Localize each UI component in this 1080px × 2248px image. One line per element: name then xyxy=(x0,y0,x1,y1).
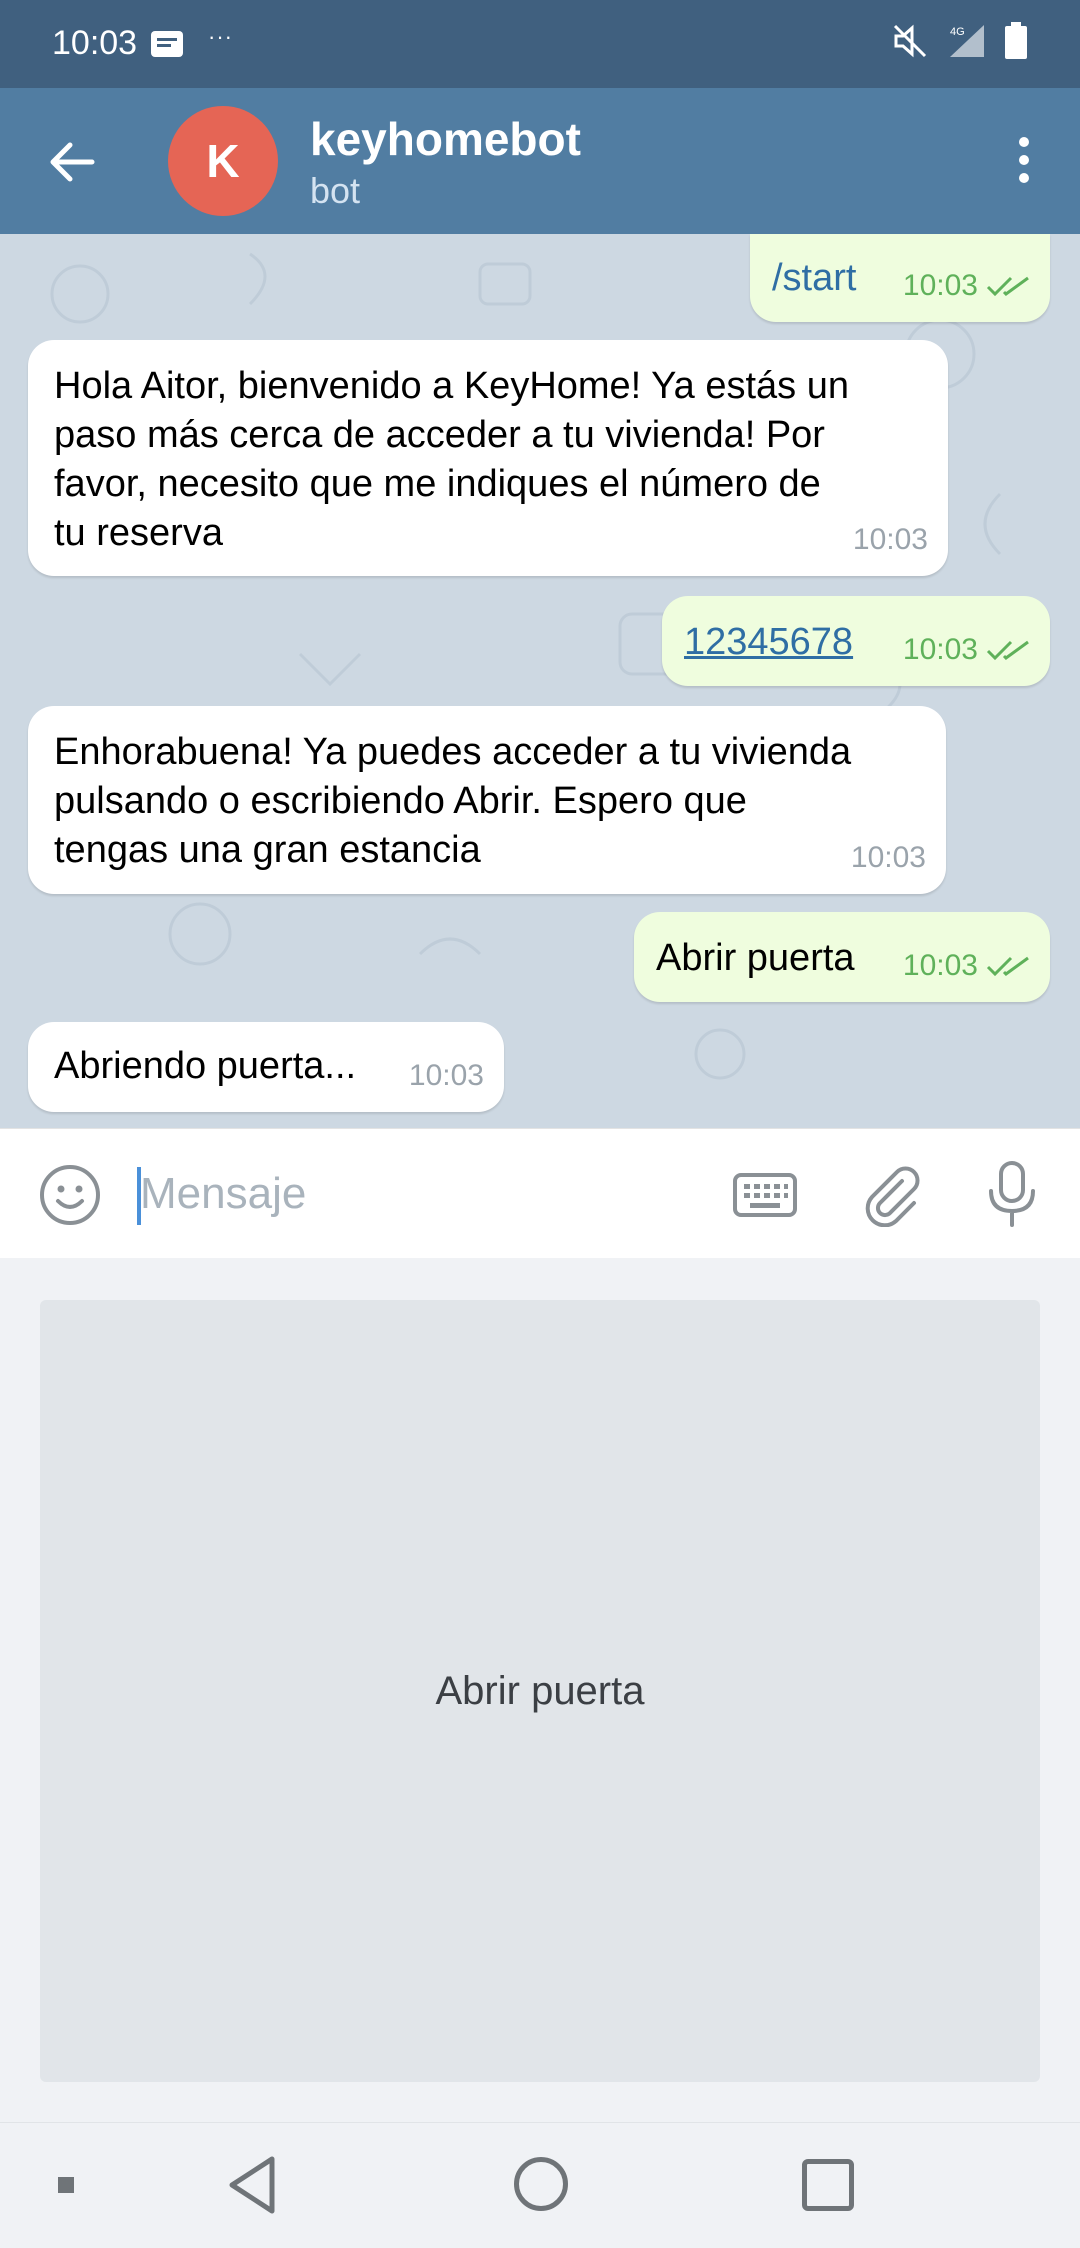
message-time: 10:03 xyxy=(902,949,978,982)
battery-icon xyxy=(1005,22,1027,59)
message-time: 10:03 xyxy=(408,1059,484,1092)
message-text: Abriendo puerta... xyxy=(54,1045,357,1087)
message-incoming[interactable]: Enhorabuena! Ya puedes acceder a tu vivi… xyxy=(28,706,946,894)
message-incoming[interactable]: Abriendo puerta... 10:03 xyxy=(28,1022,504,1112)
message-composer xyxy=(0,1128,1080,1258)
chat-header: K keyhomebot bot xyxy=(0,88,1080,234)
command-text[interactable]: /start xyxy=(772,254,856,303)
double-check-icon xyxy=(986,276,1029,296)
nav-recents-icon[interactable] xyxy=(802,2159,854,2211)
message-time: 10:03 xyxy=(902,633,978,666)
double-check-icon xyxy=(986,640,1029,660)
avatar[interactable]: K xyxy=(168,106,278,216)
message-text: Enhorabuena! Ya puedes acceder a tu vivi… xyxy=(54,731,852,871)
mute-icon xyxy=(893,24,927,58)
status-icons: 4G xyxy=(892,22,1028,60)
message-text: Hola Aitor, bienvenido a KeyHome! Ya est… xyxy=(54,365,849,554)
status-bar: 10:03 ··· 4G xyxy=(0,0,1080,88)
nav-indicator-icon[interactable] xyxy=(58,2177,74,2193)
message-incoming[interactable]: Hola Aitor, bienvenido a KeyHome! Ya est… xyxy=(28,340,948,576)
message-outgoing[interactable]: Abrir puerta 10:03 xyxy=(634,912,1050,1002)
chat-subtitle: bot xyxy=(310,170,361,211)
message-meta: 10:03 xyxy=(903,625,1030,674)
mic-icon[interactable] xyxy=(982,1159,1042,1229)
chat-title[interactable]: keyhomebot xyxy=(310,112,581,166)
message-input[interactable] xyxy=(140,1159,700,1229)
notification-icon xyxy=(151,31,183,57)
message-time: 10:03 xyxy=(852,523,928,556)
back-arrow-icon[interactable] xyxy=(40,130,104,194)
keyboard-icon[interactable] xyxy=(732,1165,798,1225)
signal-icon: 4G xyxy=(950,25,984,57)
system-navigation-bar xyxy=(0,2122,1080,2248)
reservation-number-link[interactable]: 12345678 xyxy=(684,618,853,667)
svg-text:4G: 4G xyxy=(950,26,965,38)
attach-icon[interactable] xyxy=(858,1161,922,1227)
double-check-icon xyxy=(986,956,1029,976)
message-outgoing[interactable]: /start 10:03 xyxy=(750,234,1050,322)
message-time: 10:03 xyxy=(902,269,978,302)
message-outgoing[interactable]: 12345678 10:03 xyxy=(662,596,1050,686)
message-text: Abrir puerta xyxy=(656,937,855,979)
message-list[interactable]: /start 10:03 Hola Aitor, bienvenido a Ke… xyxy=(0,234,1080,1128)
more-vert-icon[interactable] xyxy=(994,128,1054,192)
message-meta: 10:03 xyxy=(903,941,1030,990)
bot-keyboard: Abrir puerta xyxy=(0,1258,1080,2122)
nav-back-icon[interactable] xyxy=(224,2153,284,2217)
status-time: 10:03 xyxy=(52,24,138,62)
nav-home-icon[interactable] xyxy=(514,2157,568,2211)
message-time: 10:03 xyxy=(850,841,926,874)
emoji-icon[interactable] xyxy=(38,1163,102,1227)
more-notifications-icon: ··· xyxy=(208,24,233,49)
message-meta: 10:03 xyxy=(903,261,1030,310)
bot-keyboard-button-abrir-puerta[interactable]: Abrir puerta xyxy=(40,1300,1040,2082)
